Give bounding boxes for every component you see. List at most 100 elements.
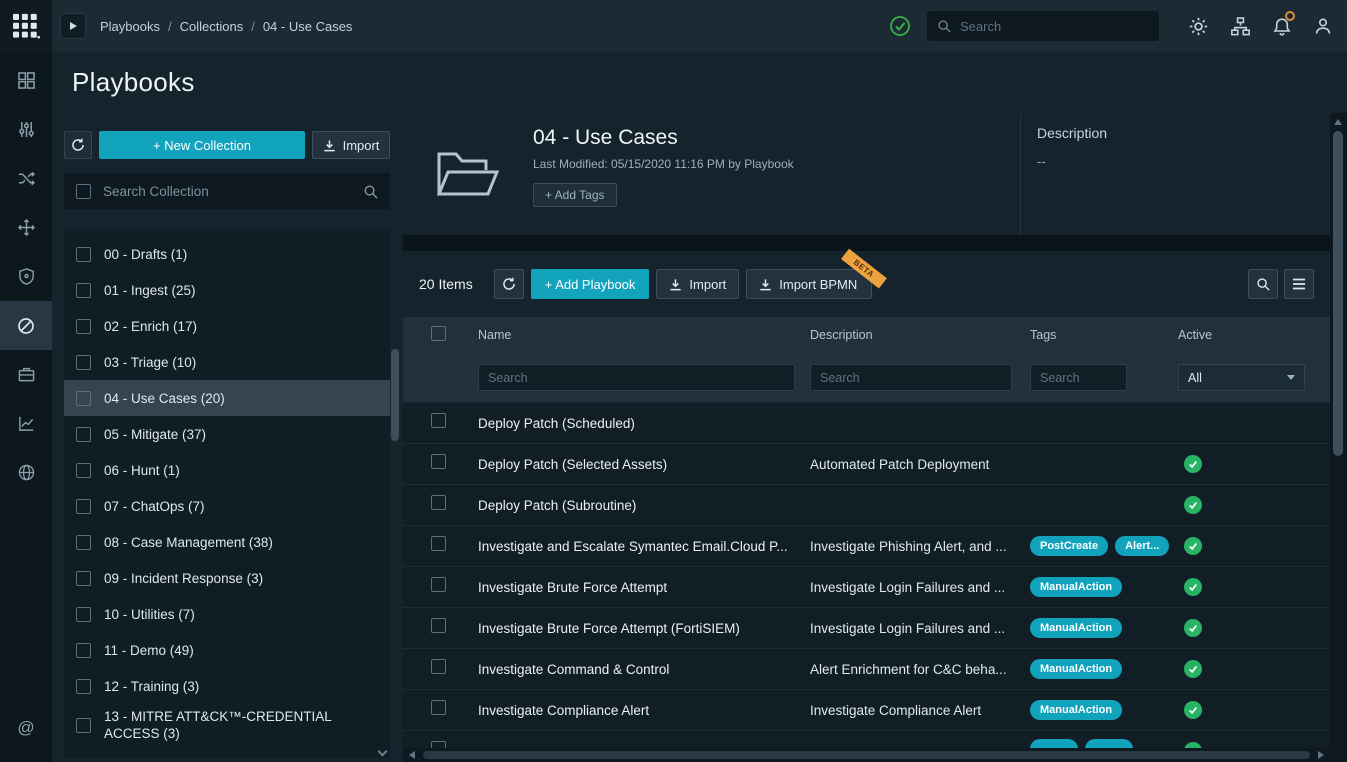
filter-description-input[interactable] xyxy=(810,364,1012,391)
nav-globe-icon[interactable] xyxy=(0,448,52,497)
collection-item[interactable]: 00 - Drafts (1) xyxy=(64,236,390,272)
scroll-up-icon[interactable] xyxy=(1334,119,1342,125)
breadcrumb-item[interactable]: 04 - Use Cases xyxy=(263,19,353,34)
collection-checkbox[interactable] xyxy=(76,247,91,262)
playbook-row[interactable]: Investigate Command & ControlAlert Enric… xyxy=(403,649,1330,690)
row-checkbox[interactable] xyxy=(431,454,446,469)
collection-checkbox[interactable] xyxy=(76,283,91,298)
collection-item[interactable]: 10 - Utilities (7) xyxy=(64,596,390,632)
collection-checkbox[interactable] xyxy=(76,391,91,406)
tag-pill[interactable]: Alert... xyxy=(1115,536,1169,556)
nav-chart-icon[interactable] xyxy=(0,399,52,448)
breadcrumb-item[interactable]: Playbooks xyxy=(100,19,160,34)
collection-item[interactable]: 07 - ChatOps (7) xyxy=(64,488,390,524)
collection-item[interactable]: 04 - Use Cases (20) xyxy=(64,380,390,416)
filter-tags-input[interactable] xyxy=(1030,364,1127,391)
column-header-description[interactable]: Description xyxy=(810,328,1030,342)
tag-pill[interactable]: ManualAction xyxy=(1030,700,1122,720)
playbook-name[interactable]: Investigate Brute Force Attempt xyxy=(478,580,810,595)
nav-dashboard-grid-icon[interactable] xyxy=(0,56,52,105)
collection-item[interactable]: 12 - Training (3) xyxy=(64,668,390,704)
playbook-row[interactable]: Deploy Patch (Scheduled) xyxy=(403,403,1330,444)
vertical-scrollbar-thumb[interactable] xyxy=(1333,131,1343,456)
nav-briefcase-icon[interactable] xyxy=(0,350,52,399)
collection-checkbox[interactable] xyxy=(76,463,91,478)
playbook-row[interactable]: Investigate Compliance AlertInvestigate … xyxy=(403,690,1330,731)
tag-pill[interactable]: ManualAction xyxy=(1030,659,1122,679)
select-all-rows-checkbox[interactable] xyxy=(431,326,446,341)
column-header-tags[interactable]: Tags xyxy=(1030,328,1178,342)
nav-sliders-icon[interactable] xyxy=(0,105,52,154)
playbook-row[interactable]: Investigate Brute Force AttemptInvestiga… xyxy=(403,567,1330,608)
playbook-name[interactable]: Investigate Compliance Alert xyxy=(478,703,810,718)
collection-checkbox[interactable] xyxy=(76,355,91,370)
collection-checkbox[interactable] xyxy=(76,535,91,550)
filter-active-select[interactable]: All xyxy=(1178,364,1305,391)
collection-scrollbar-track[interactable] xyxy=(391,348,399,746)
settings-gear-icon[interactable] xyxy=(1189,17,1208,36)
collection-item[interactable]: 03 - Triage (10) xyxy=(64,344,390,380)
horizontal-scrollbar[interactable] xyxy=(403,748,1330,762)
playbook-name[interactable]: Deploy Patch (Scheduled) xyxy=(478,416,810,431)
scroll-right-icon[interactable] xyxy=(1318,751,1324,759)
collection-checkbox[interactable] xyxy=(76,679,91,694)
system-health-icon[interactable] xyxy=(889,15,911,37)
sitemap-icon[interactable] xyxy=(1231,17,1250,36)
breadcrumb-item[interactable]: Collections xyxy=(180,19,244,34)
nav-playbooks-icon[interactable] xyxy=(0,301,52,350)
import-bpmn-button[interactable]: Import BPMN BETA xyxy=(746,269,872,299)
global-search-field[interactable] xyxy=(960,19,1149,34)
import-playbook-button[interactable]: Import xyxy=(656,269,739,299)
playbook-name[interactable]: Investigate and Escalate Symantec Email.… xyxy=(478,539,810,554)
tag-pill[interactable]: PostCreate xyxy=(1030,536,1108,556)
playbook-name[interactable]: Deploy Patch (Selected Assets) xyxy=(478,457,810,472)
row-checkbox[interactable] xyxy=(431,495,446,510)
global-search-input[interactable] xyxy=(927,11,1159,41)
collection-item[interactable]: 08 - Case Management (38) xyxy=(64,524,390,560)
filter-name-input[interactable] xyxy=(478,364,795,391)
collapse-panel-button[interactable] xyxy=(60,13,86,39)
notifications-bell-icon[interactable] xyxy=(1273,17,1291,36)
nav-shield-icon[interactable] xyxy=(0,252,52,301)
collection-item[interactable]: 06 - Hunt (1) xyxy=(64,452,390,488)
refresh-collections-button[interactable] xyxy=(64,131,92,159)
nav-move-arrows-icon[interactable] xyxy=(0,203,52,252)
column-header-name[interactable]: Name xyxy=(478,328,810,342)
playbook-row[interactable]: Deploy Patch (Subroutine) xyxy=(403,485,1330,526)
row-checkbox[interactable] xyxy=(431,700,446,715)
playbook-name[interactable]: Investigate Command & Control xyxy=(478,662,810,677)
table-menu-button[interactable] xyxy=(1284,269,1314,299)
vertical-scrollbar[interactable] xyxy=(1330,113,1347,762)
collection-search-box[interactable] xyxy=(64,173,390,209)
nav-shuffle-icon[interactable] xyxy=(0,154,52,203)
app-logo-icon[interactable] xyxy=(0,0,52,52)
row-checkbox[interactable] xyxy=(431,618,446,633)
nav-at-sign-icon[interactable]: @ xyxy=(0,703,52,752)
collection-checkbox[interactable] xyxy=(76,571,91,586)
row-checkbox[interactable] xyxy=(431,536,446,551)
collection-item[interactable]: 05 - Mitigate (37) xyxy=(64,416,390,452)
collection-item[interactable]: 13 - MITRE ATT&CK™-CREDENTIAL ACCESS (3) xyxy=(64,704,390,746)
select-all-collections-checkbox[interactable] xyxy=(76,184,91,199)
collection-scrollbar-thumb[interactable] xyxy=(391,349,399,441)
user-account-icon[interactable] xyxy=(1314,17,1332,35)
collection-scroll-down-icon[interactable] xyxy=(378,748,386,756)
collection-search-input[interactable] xyxy=(103,184,351,199)
playbook-row[interactable]: Deploy Patch (Selected Assets)Automated … xyxy=(403,444,1330,485)
collection-item[interactable]: 09 - Incident Response (3) xyxy=(64,560,390,596)
collection-checkbox[interactable] xyxy=(76,427,91,442)
collection-checkbox[interactable] xyxy=(76,643,91,658)
tag-pill[interactable]: ManualAction xyxy=(1030,577,1122,597)
collection-checkbox[interactable] xyxy=(76,499,91,514)
collection-item[interactable]: 11 - Demo (49) xyxy=(64,632,390,668)
playbook-row[interactable]: Investigate and Escalate Symantec Email.… xyxy=(403,526,1330,567)
row-checkbox[interactable] xyxy=(431,577,446,592)
playbook-name[interactable]: Investigate Brute Force Attempt (FortiSI… xyxy=(478,621,810,636)
collection-checkbox[interactable] xyxy=(76,319,91,334)
add-tags-button[interactable]: + Add Tags xyxy=(533,183,617,207)
refresh-table-button[interactable] xyxy=(494,269,524,299)
playbook-name[interactable]: Deploy Patch (Subroutine) xyxy=(478,498,810,513)
import-collection-button[interactable]: Import xyxy=(312,131,390,159)
collection-checkbox[interactable] xyxy=(76,607,91,622)
playbook-row[interactable]: Investigate Brute Force Attempt (FortiSI… xyxy=(403,608,1330,649)
